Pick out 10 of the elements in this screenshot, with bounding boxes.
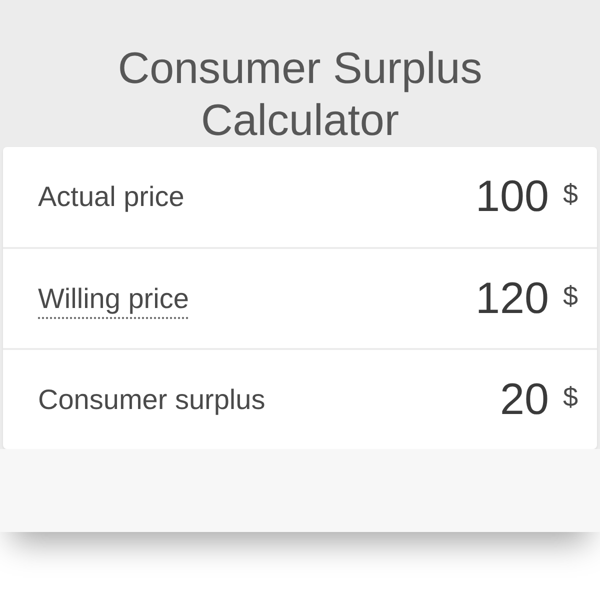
value-input[interactable]: 100 [388,172,549,222]
value-input[interactable]: 120 [388,274,549,324]
value-input[interactable]: 20 [388,374,549,424]
unit-label: $ [562,281,578,312]
unit-label: $ [562,382,578,413]
field-label: Actual price [38,181,186,213]
unit-label: $ [562,179,578,210]
field-label[interactable]: Willing price [38,282,189,314]
field-label: Consumer surplus [38,384,266,416]
calculator-title: Consumer Surplus Calculator [116,43,484,147]
